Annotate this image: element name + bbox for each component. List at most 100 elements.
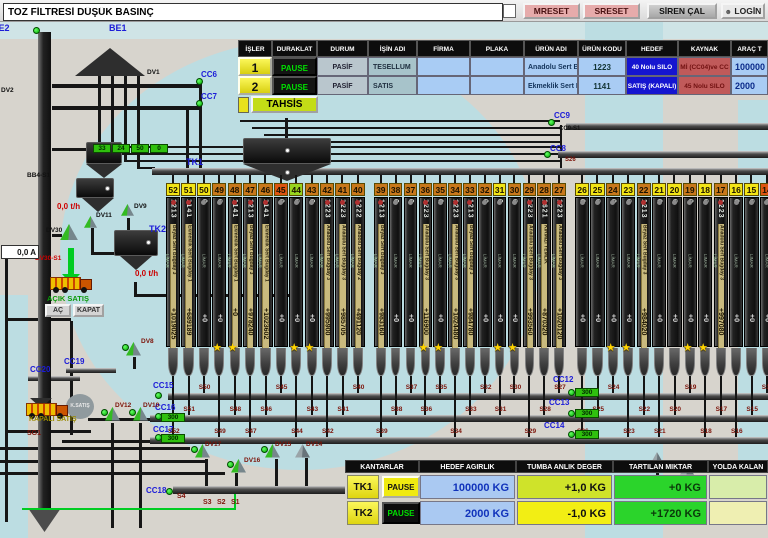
gate-label-S40[interactable]: S40 <box>353 384 365 391</box>
silo-number-33[interactable]: 33 <box>463 183 477 196</box>
gate-label-S23[interactable]: S23 <box>623 428 635 435</box>
gate-label-S18[interactable]: S18 <box>700 428 712 435</box>
star-icon: ★ <box>227 342 238 354</box>
jobs-header-1: DURAKLAT <box>272 40 317 57</box>
gate-label-S36[interactable]: S36 <box>421 406 433 413</box>
gate-label-S35[interactable]: S35 <box>435 384 447 391</box>
gate-label-S46[interactable]: S46 <box>260 406 272 413</box>
silo-number-35[interactable]: 35 <box>433 183 448 196</box>
silo-number-43[interactable]: 43 <box>304 183 319 196</box>
silo-number-42[interactable]: 42 <box>320 183 335 196</box>
silo-number-17[interactable]: 17 <box>713 183 728 196</box>
gate-label-S14[interactable]: S14 <box>762 384 768 391</box>
gate-label-S32[interactable]: S32 <box>480 384 492 391</box>
pipe-segment <box>252 127 560 129</box>
silo-number-28[interactable]: 28 <box>537 183 551 196</box>
silo-number-37[interactable]: 37 <box>403 183 418 196</box>
silo-owner: LİMAR <box>733 254 739 268</box>
gate-label-S34[interactable]: S34 <box>450 428 462 435</box>
silo-number-22[interactable]: 22 <box>636 183 651 196</box>
gate-label-S39[interactable]: S39 <box>376 428 388 435</box>
silo-number-21[interactable]: 21 <box>652 183 667 196</box>
silo-number-32[interactable]: 32 <box>477 183 492 196</box>
diagram-label-CC19: CC19 <box>64 357 85 366</box>
silo-number-40[interactable]: 40 <box>350 183 365 196</box>
open-sale-button[interactable]: AÇ <box>45 304 71 317</box>
status-led <box>155 392 162 399</box>
silo-number-41[interactable]: 41 <box>335 183 350 196</box>
gate-label-S16[interactable]: S16 <box>731 428 743 435</box>
silo-number-20[interactable]: 20 <box>667 183 682 196</box>
gate-label-S33[interactable]: S33 <box>465 406 477 413</box>
gate-label-S19[interactable]: S19 <box>685 384 697 391</box>
silo-number-25[interactable]: 25 <box>590 183 605 196</box>
gate-label-S29[interactable]: S29 <box>525 428 537 435</box>
gate-label-S45[interactable]: S45 <box>276 384 288 391</box>
gate-label-S48[interactable]: S48 <box>230 406 242 413</box>
silo-number-24[interactable]: 24 <box>605 183 620 196</box>
gate-label-S31[interactable]: S31 <box>495 406 507 413</box>
silo-number-44[interactable]: 44 <box>289 183 304 196</box>
silo-number-23[interactable]: 23 <box>621 183 636 196</box>
silo-outlet-funnel <box>554 348 564 376</box>
gate-label-S51[interactable]: S51 <box>183 406 195 413</box>
jobs-cell-pause-1[interactable]: PAUSE <box>272 57 317 76</box>
silo-number-51[interactable]: 51 <box>181 183 196 196</box>
silo-number-39[interactable]: 39 <box>374 183 388 196</box>
silo-number-14[interactable]: 14 <box>759 183 768 196</box>
gate-label-S20[interactable]: S20 <box>669 406 681 413</box>
silo-bar-52: 1213 Beyaz Sert Buğday 3 LİMAR +1019025 <box>165 197 181 348</box>
login-button[interactable]: ☻ LOGİN <box>721 3 765 19</box>
gate-label-S24[interactable]: S24 <box>608 384 620 391</box>
silo-number-31[interactable]: 31 <box>492 183 507 196</box>
silo-number-50[interactable]: 50 <box>196 183 211 196</box>
silo-number-19[interactable]: 19 <box>682 183 697 196</box>
gate-label-S41[interactable]: S41 <box>337 406 349 413</box>
silo-number-34[interactable]: 34 <box>448 183 462 196</box>
gate-label-S28[interactable]: S28 <box>539 406 551 413</box>
silo-feed-tick <box>611 175 614 183</box>
mreset-button[interactable]: MRESET <box>523 3 580 19</box>
gate-label-S42[interactable]: S42 <box>322 428 334 435</box>
gate-label-S47[interactable]: S47 <box>245 428 257 435</box>
silo-number-30[interactable]: 30 <box>507 183 522 196</box>
gate-label-S44[interactable]: S44 <box>291 428 303 435</box>
gate-label-S38[interactable]: S38 <box>391 406 403 413</box>
silo-number-46[interactable]: 46 <box>258 183 273 196</box>
tahsis-button[interactable]: TAHSİS <box>251 96 318 113</box>
silo-number-48[interactable]: 48 <box>227 183 242 196</box>
alarm-banner-input[interactable] <box>3 3 503 21</box>
close-sale-button[interactable]: KAPAT <box>73 304 104 317</box>
gate-label-S50[interactable]: S50 <box>199 384 211 391</box>
gate-label-S15[interactable]: S15 <box>746 406 758 413</box>
gate-label-S17[interactable]: S17 <box>716 406 728 413</box>
gate-label-S21[interactable]: S21 <box>654 428 666 435</box>
silo-number-47[interactable]: 47 <box>243 183 258 196</box>
star-icon: ★ <box>433 342 444 354</box>
gate-label-S30[interactable]: S30 <box>510 384 522 391</box>
kantar-pause-TK1[interactable]: PAUSE <box>382 476 420 498</box>
gate-label-S43[interactable]: S43 <box>307 406 319 413</box>
silo-bar-43: 0LİMAR+0 <box>304 197 319 347</box>
silo-number-16[interactable]: 16 <box>729 183 744 196</box>
jobs-cell-pause-2[interactable]: PAUSE <box>272 76 317 95</box>
silo-number-49[interactable]: 49 <box>212 183 227 196</box>
siren-button[interactable]: SİREN ÇAL <box>647 3 717 19</box>
silo-number-26[interactable]: 26 <box>575 183 590 196</box>
sreset-button[interactable]: SRESET <box>583 3 640 19</box>
silo-number-29[interactable]: 29 <box>522 183 537 196</box>
silo-number-52[interactable]: 52 <box>166 183 181 196</box>
gate-label-S27[interactable]: S27 <box>554 384 566 391</box>
silo-number-15[interactable]: 15 <box>744 183 759 196</box>
kantar-pause-TK2[interactable]: PAUSE <box>382 502 420 524</box>
gate-label-S37[interactable]: S37 <box>406 384 418 391</box>
silo-number-27[interactable]: 27 <box>552 183 566 196</box>
silo-number-18[interactable]: 18 <box>698 183 713 196</box>
silo-number-45[interactable]: 45 <box>273 183 288 196</box>
gate-label-S22[interactable]: S22 <box>639 406 651 413</box>
silo-number-38[interactable]: 38 <box>388 183 403 196</box>
silo-number-36[interactable]: 36 <box>418 183 433 196</box>
jobs-cell-no-1[interactable]: 1 <box>238 57 272 76</box>
gate-label-S49[interactable]: S49 <box>214 428 226 435</box>
jobs-cell-no-2[interactable]: 2 <box>238 76 272 95</box>
